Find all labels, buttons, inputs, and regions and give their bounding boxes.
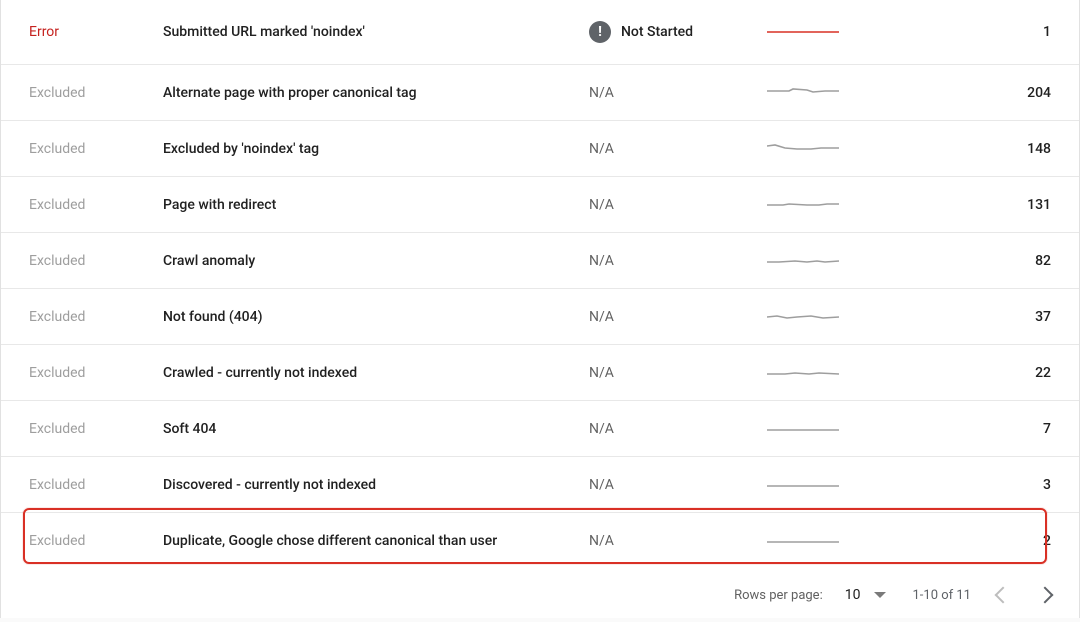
row-status: N/A: [589, 309, 767, 325]
row-status: N/A: [589, 197, 767, 213]
row-reason: Discovered - currently not indexed: [163, 477, 589, 493]
table-row[interactable]: ExcludedPage with redirectN/A 131: [1, 176, 1079, 232]
row-type: Excluded: [29, 141, 163, 157]
row-sparkline: [767, 141, 913, 157]
table-row[interactable]: ExcludedDiscovered - currently not index…: [1, 456, 1079, 512]
row-status: N/A: [589, 421, 767, 437]
table-row[interactable]: ExcludedDuplicate, Google chose differen…: [1, 512, 1079, 568]
row-reason: Alternate page with proper canonical tag: [163, 85, 589, 101]
prev-page-button[interactable]: [995, 587, 1012, 604]
row-sparkline: [767, 85, 913, 101]
row-sparkline: [767, 533, 913, 549]
rows-per-page-select[interactable]: 10: [845, 587, 887, 603]
row-type: Excluded: [29, 533, 163, 549]
row-count: 2: [913, 533, 1051, 549]
row-type: Excluded: [29, 253, 163, 269]
row-count: 1: [913, 24, 1051, 40]
row-status: ! Not Started: [589, 21, 767, 43]
table-footer: Rows per page: 10 1-10 of 11: [1, 568, 1079, 622]
pagination-range: 1-10 of 11: [912, 588, 971, 603]
row-reason: Not found (404): [163, 309, 589, 325]
row-type: Excluded: [29, 477, 163, 493]
row-status: N/A: [589, 253, 767, 269]
row-sparkline: [767, 309, 913, 325]
row-sparkline: [767, 421, 913, 437]
row-type: Excluded: [29, 365, 163, 381]
coverage-table-container: ErrorSubmitted URL marked 'noindex'! Not …: [0, 0, 1080, 618]
row-count: 22: [913, 365, 1051, 381]
row-count: 37: [913, 309, 1051, 325]
row-type: Excluded: [29, 309, 163, 325]
row-type: Excluded: [29, 85, 163, 101]
row-reason: Excluded by 'noindex' tag: [163, 141, 589, 157]
rows-per-page-label: Rows per page:: [734, 588, 823, 603]
row-type: Excluded: [29, 421, 163, 437]
rows-per-page: Rows per page: 10: [734, 587, 886, 603]
row-status: N/A: [589, 141, 767, 157]
row-count: 3: [913, 477, 1051, 493]
row-reason: Duplicate, Google chose different canoni…: [163, 533, 589, 549]
pagination-nav: [997, 589, 1051, 601]
row-reason: Submitted URL marked 'noindex': [163, 24, 589, 40]
alert-icon: !: [589, 21, 611, 43]
row-type: Excluded: [29, 197, 163, 213]
row-sparkline: [767, 365, 913, 381]
coverage-table: ErrorSubmitted URL marked 'noindex'! Not …: [1, 0, 1079, 568]
row-status: N/A: [589, 365, 767, 381]
table-row[interactable]: ExcludedCrawl anomalyN/A 82: [1, 232, 1079, 288]
row-sparkline: [767, 477, 913, 493]
row-reason: Crawl anomaly: [163, 253, 589, 269]
status-text: Not Started: [621, 24, 693, 40]
row-count: 82: [913, 253, 1051, 269]
row-reason: Soft 404: [163, 421, 589, 437]
row-reason: Crawled - currently not indexed: [163, 365, 589, 381]
table-row[interactable]: ExcludedNot found (404)N/A 37: [1, 288, 1079, 344]
row-sparkline: [767, 24, 913, 40]
row-status: N/A: [589, 85, 767, 101]
row-count: 131: [913, 197, 1051, 213]
row-sparkline: [767, 197, 913, 213]
row-status: N/A: [589, 477, 767, 493]
row-count: 148: [913, 141, 1051, 157]
row-count: 204: [913, 85, 1051, 101]
table-row[interactable]: ErrorSubmitted URL marked 'noindex'! Not …: [1, 0, 1079, 64]
table-row[interactable]: ExcludedSoft 404N/A 7: [1, 400, 1079, 456]
table-row[interactable]: ExcludedAlternate page with proper canon…: [1, 64, 1079, 120]
next-page-button[interactable]: [1037, 587, 1054, 604]
dropdown-icon: [874, 592, 886, 598]
row-count: 7: [913, 421, 1051, 437]
rows-per-page-value: 10: [845, 587, 861, 603]
table-row[interactable]: ExcludedExcluded by 'noindex' tagN/A 148: [1, 120, 1079, 176]
row-status: N/A: [589, 533, 767, 549]
table-row[interactable]: ExcludedCrawled - currently not indexedN…: [1, 344, 1079, 400]
row-type: Error: [29, 24, 163, 40]
row-sparkline: [767, 253, 913, 269]
row-reason: Page with redirect: [163, 197, 589, 213]
